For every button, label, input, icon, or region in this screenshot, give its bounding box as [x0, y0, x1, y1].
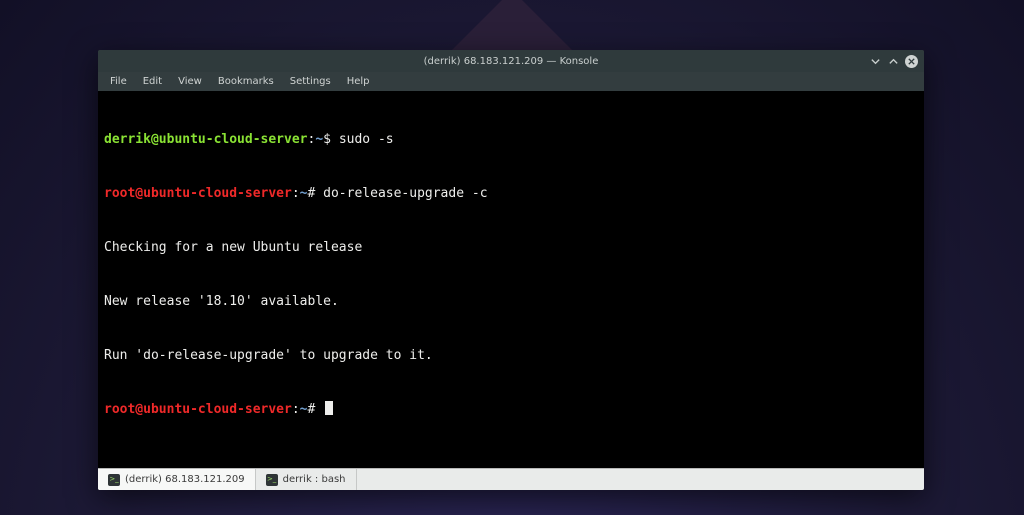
tab-label: (derrik) 68.183.121.209	[125, 474, 245, 485]
menu-settings[interactable]: Settings	[282, 74, 339, 89]
tab-session-0[interactable]: >_ (derrik) 68.183.121.209	[98, 469, 256, 490]
konsole-window: (derrik) 68.183.121.209 — Konsole File E…	[98, 50, 924, 490]
cursor-block	[325, 401, 333, 415]
chevron-down-icon	[870, 56, 881, 67]
close-icon	[907, 57, 916, 66]
terminal-output: Checking for a new Ubuntu release	[104, 239, 918, 257]
minimize-button[interactable]	[869, 55, 881, 67]
window-titlebar[interactable]: (derrik) 68.183.121.209 — Konsole	[98, 50, 924, 72]
prompt-user-root: root@ubuntu-cloud-server	[104, 186, 292, 201]
menubar: File Edit View Bookmarks Settings Help	[98, 72, 924, 91]
terminal-icon: >_	[108, 474, 120, 486]
menu-view[interactable]: View	[170, 74, 210, 89]
tab-session-1[interactable]: >_ derrik : bash	[256, 469, 357, 490]
window-controls	[869, 50, 918, 72]
command-text: sudo -s	[339, 132, 394, 147]
tab-bar: >_ (derrik) 68.183.121.209 >_ derrik : b…	[98, 468, 924, 490]
terminal-line: root@ubuntu-cloud-server:~#	[104, 401, 918, 419]
command-text: do-release-upgrade -c	[323, 186, 487, 201]
tab-label: derrik : bash	[283, 474, 346, 485]
prompt-path: ~	[315, 132, 323, 147]
prompt-user-root: root@ubuntu-cloud-server	[104, 402, 292, 417]
prompt-path: ~	[300, 186, 308, 201]
terminal-icon: >_	[266, 474, 278, 486]
terminal-area[interactable]: derrik@ubuntu-cloud-server:~$ sudo -s ro…	[98, 91, 924, 468]
menu-help[interactable]: Help	[339, 74, 378, 89]
terminal-line: root@ubuntu-cloud-server:~# do-release-u…	[104, 185, 918, 203]
close-button[interactable]	[905, 55, 918, 68]
chevron-up-icon	[888, 56, 899, 67]
menu-edit[interactable]: Edit	[135, 74, 170, 89]
prompt-user: derrik@ubuntu-cloud-server	[104, 132, 308, 147]
maximize-button[interactable]	[887, 55, 899, 67]
terminal-output: Run 'do-release-upgrade' to upgrade to i…	[104, 347, 918, 365]
terminal-line: derrik@ubuntu-cloud-server:~$ sudo -s	[104, 131, 918, 149]
prompt-path: ~	[300, 402, 308, 417]
menu-file[interactable]: File	[102, 74, 135, 89]
terminal-output: New release '18.10' available.	[104, 293, 918, 311]
menu-bookmarks[interactable]: Bookmarks	[210, 74, 282, 89]
window-title: (derrik) 68.183.121.209 — Konsole	[424, 56, 599, 67]
